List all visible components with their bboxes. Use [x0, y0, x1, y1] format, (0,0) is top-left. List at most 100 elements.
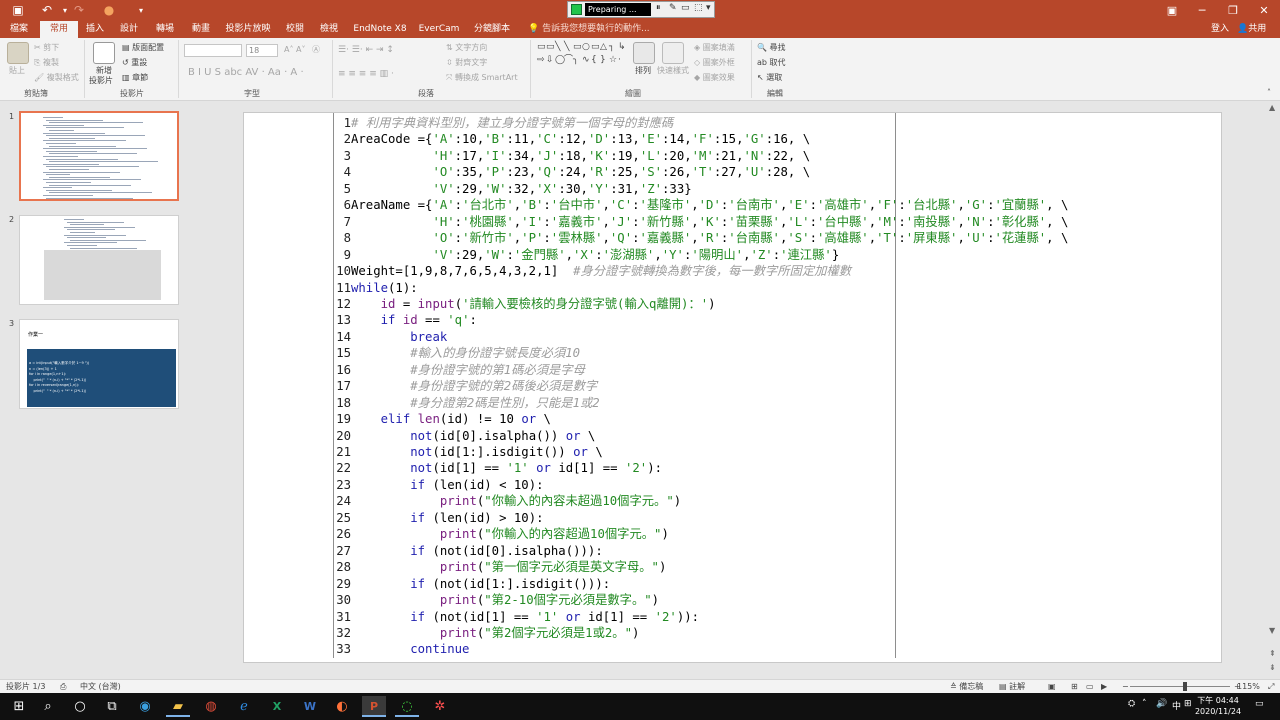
- system-clock[interactable]: 下午 04:44 2020/11/24: [1192, 695, 1244, 717]
- tab-slideshow[interactable]: 投影片放映: [222, 21, 274, 38]
- new-slide-label[interactable]: 新增: [96, 66, 112, 76]
- grow-font-icon[interactable]: A˄ A˅: [284, 45, 306, 55]
- slide-thumbnail-1[interactable]: [19, 111, 179, 201]
- align-text-button[interactable]: ⇳ 對齊文字: [446, 58, 487, 68]
- share-button[interactable]: 👤共用: [1237, 21, 1266, 38]
- tab-storyboard[interactable]: 分鏡腳本: [470, 21, 514, 38]
- next-slide-icon[interactable]: ⇟: [1269, 663, 1276, 672]
- scroll-up-icon[interactable]: ▲: [1269, 103, 1275, 112]
- word-icon[interactable]: W: [298, 696, 322, 717]
- align-icons[interactable]: ≡ ≡ ≡ ≡ ▥ ·: [338, 69, 394, 79]
- arrange-button[interactable]: 排列: [635, 66, 651, 76]
- ime-indicator[interactable]: 中: [1172, 699, 1181, 712]
- close-button[interactable]: ✕: [1249, 0, 1279, 21]
- text-direction-button[interactable]: ⇅ 文字方向: [446, 43, 487, 53]
- smartart-button[interactable]: ⤧ 轉換成 SmartArt: [446, 73, 518, 83]
- previous-slide-icon[interactable]: ⇞: [1269, 649, 1276, 658]
- slide-thumbnail-3[interactable]: 作業一 a = int(input("輸入數字介於 1~9 ")) n = (l…: [19, 319, 179, 409]
- vertical-scrollbar[interactable]: ▲ ▼ ⇞ ⇟: [1267, 101, 1280, 679]
- shape-option-icon[interactable]: ╲: [564, 42, 569, 52]
- recorder-menu-icon[interactable]: ▾: [706, 3, 711, 13]
- zoom-level[interactable]: 115%: [1237, 681, 1260, 693]
- shape-option-icon[interactable]: ╲: [555, 42, 560, 52]
- shape-option-icon[interactable]: ⇩: [546, 55, 554, 65]
- zoom-out-icon[interactable]: −: [1122, 681, 1129, 693]
- new-slide-label2[interactable]: 投影片: [89, 76, 113, 86]
- tab-transitions[interactable]: 轉場: [150, 21, 180, 38]
- font-name-field[interactable]: [184, 44, 242, 57]
- region-icon[interactable]: ⬚: [694, 3, 703, 13]
- slideshow-icon[interactable]: ▶: [1101, 681, 1107, 693]
- tray-up-icon[interactable]: ˄: [1142, 699, 1147, 709]
- shape-option-icon[interactable]: ╮: [573, 55, 578, 65]
- slide-thumbnail-2[interactable]: [19, 215, 179, 305]
- reset-button[interactable]: ↺ 重設: [122, 58, 147, 68]
- tab-endnote[interactable]: EndNote X8: [352, 21, 408, 38]
- cut-button[interactable]: ✂ 剪下: [34, 43, 59, 53]
- shape-option-icon[interactable]: ↳: [618, 42, 626, 52]
- powerpoint-icon[interactable]: P: [362, 696, 386, 717]
- notes-button[interactable]: ≙ 備忘稿: [950, 681, 983, 693]
- notification-icon[interactable]: ▭: [1255, 699, 1264, 709]
- tab-animations[interactable]: 動畫: [186, 21, 216, 38]
- edge-chromium-icon[interactable]: ◉: [133, 696, 157, 717]
- chrome-icon[interactable]: ◍: [199, 696, 223, 717]
- shape-option-icon[interactable]: }: [600, 55, 606, 65]
- clear-format-icon[interactable]: Ⓐ: [312, 45, 320, 55]
- shape-option-icon[interactable]: ┐: [609, 42, 614, 52]
- signin-link[interactable]: 登入: [1211, 21, 1229, 38]
- normal-view-icon[interactable]: ▣: [1048, 681, 1056, 693]
- restore-button[interactable]: ❐: [1218, 0, 1248, 21]
- customize-toolbar-icon[interactable]: ▾: [132, 2, 150, 19]
- font-size-field[interactable]: 18: [246, 44, 278, 57]
- shape-option-icon[interactable]: ▭: [573, 42, 582, 52]
- shape-option-icon[interactable]: ▭: [546, 42, 555, 52]
- tab-design[interactable]: 設計: [114, 21, 144, 38]
- volume-icon[interactable]: 🔊: [1156, 699, 1167, 709]
- shape-option-icon[interactable]: ☆: [609, 55, 617, 65]
- paste-button[interactable]: 貼上: [9, 66, 25, 76]
- fit-to-window-icon[interactable]: ⤢: [1268, 681, 1274, 693]
- shape-option-icon[interactable]: ⇨: [537, 55, 545, 65]
- shape-option-icon[interactable]: ▭: [537, 42, 546, 52]
- cortana-icon[interactable]: ○: [68, 696, 92, 717]
- copy-button[interactable]: ⎘ 複製: [34, 58, 59, 68]
- shape-option-icon[interactable]: ▭: [591, 42, 600, 52]
- paste-icon[interactable]: [7, 42, 29, 64]
- task-view-icon[interactable]: ⧉: [100, 696, 124, 717]
- ribbon-display-options-icon[interactable]: ▣: [1157, 0, 1187, 21]
- windows-start-icon[interactable]: ⊞: [7, 696, 31, 717]
- code-textbox[interactable]: 1# 利用字典資料型別，建立身分證字號第一個字母的對應碼 2AreaCode ={…: [333, 113, 1068, 658]
- shape-option-icon[interactable]: ·: [618, 55, 621, 65]
- comments-button[interactable]: ▤ 註解: [999, 681, 1025, 693]
- pause-icon[interactable]: ⏸: [656, 3, 661, 13]
- shape-option-icon[interactable]: ∿: [582, 55, 590, 65]
- undo-icon[interactable]: ↶: [38, 2, 56, 19]
- ime-mode-icon[interactable]: ⊞: [1184, 699, 1192, 709]
- reading-view-icon[interactable]: ▭: [1086, 681, 1094, 693]
- tab-insert[interactable]: 插入: [80, 21, 110, 38]
- recorder-app-icon[interactable]: ✲: [428, 696, 452, 717]
- slide-canvas[interactable]: 1# 利用字典資料型別，建立身分證字號第一個字母的對應碼 2AreaCode ={…: [243, 112, 1222, 663]
- tab-file[interactable]: 檔案: [4, 21, 34, 38]
- collapse-ribbon-icon[interactable]: ˄: [1267, 88, 1271, 98]
- edge-legacy-icon[interactable]: ℯ: [232, 696, 256, 717]
- search-icon[interactable]: ⌕: [36, 696, 60, 717]
- layout-button[interactable]: ▤ 版面配置: [122, 43, 164, 53]
- save-icon[interactable]: ▣: [9, 2, 27, 19]
- tab-view[interactable]: 檢視: [314, 21, 344, 38]
- tell-me-search[interactable]: 💡 告訴我您想要執行的動作...: [528, 21, 650, 38]
- zoom-slider[interactable]: [1130, 686, 1230, 687]
- evercam-app-icon[interactable]: ◌: [395, 696, 419, 717]
- evercam-icon[interactable]: ●: [100, 2, 118, 19]
- quick-styles-icon[interactable]: [662, 42, 684, 64]
- shape-option-icon[interactable]: {: [591, 55, 597, 65]
- quick-styles-button[interactable]: 快速樣式: [657, 66, 689, 76]
- list-icons[interactable]: ☰· ☰· ⇤ ⇥ ↕: [338, 45, 394, 55]
- firefox-icon[interactable]: ◐: [330, 696, 354, 717]
- tab-review[interactable]: 校閱: [280, 21, 310, 38]
- tab-home[interactable]: 常用: [40, 21, 78, 38]
- find-button[interactable]: 🔍 尋找: [757, 43, 786, 53]
- format-painter-button[interactable]: 🖌 複製格式: [34, 73, 79, 83]
- shape-option-icon[interactable]: △: [600, 42, 607, 52]
